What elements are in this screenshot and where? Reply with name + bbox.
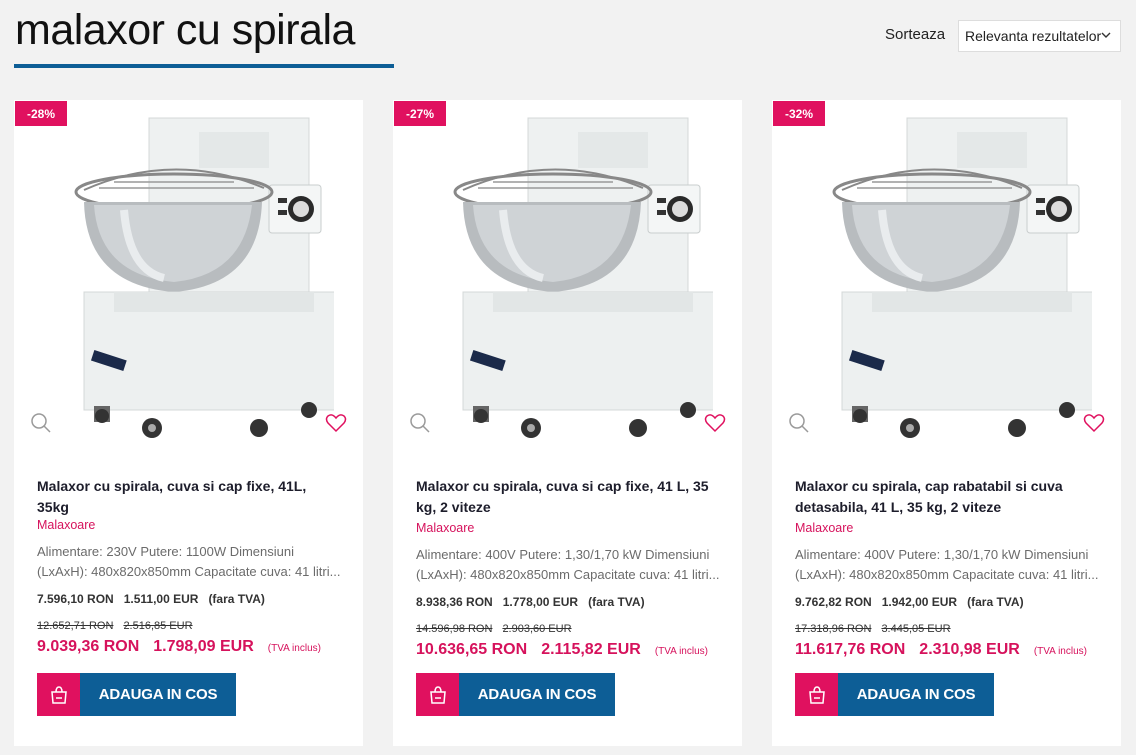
cart-icon-box [37,673,80,716]
sort-label: Sorteaza [885,26,946,43]
price-eur-net: 1.778,00 EUR [502,595,579,609]
old-prices: 12.652,71 RON 2.516,85 EUR [37,620,203,632]
gross-prices: 9.039,36 RON 1.798,09 EUR (TVA inclus) [37,638,321,656]
old-price-ron: 12.652,71 RON [37,620,114,632]
price-ron-net: 9.762,82 RON [795,595,872,609]
product-name[interactable]: Malaxor cu spirala, cap rabatabil si cuv… [795,476,1095,518]
product-description: Alimentare: 400V Putere: 1,30/1,70 kW Di… [795,547,1099,582]
price-eur-gross: 1.798,09 EUR [153,638,254,655]
add-to-cart-button[interactable]: ADAUGA IN COS [416,673,615,716]
heart-icon[interactable] [704,412,726,434]
category-link[interactable]: Malaxoare [416,521,474,535]
zoom-icon[interactable] [788,412,810,434]
price-ron-net: 8.938,36 RON [416,595,493,609]
product-name[interactable]: Malaxor cu spirala, cuva si cap fixe, 41… [416,476,716,518]
price-eur-net: 1.942,00 EUR [881,595,958,609]
net-note: (fara TVA) [588,595,645,609]
sort-select[interactable]: Relevanta rezultatelor [958,20,1121,52]
heart-icon[interactable] [1083,412,1105,434]
cart-icon-box [795,673,838,716]
shopping-bag-icon [808,685,825,704]
add-to-cart-button[interactable]: ADAUGA IN COS [37,673,236,716]
heart-icon[interactable] [325,412,347,434]
sort-select-value: Relevanta rezultatelor [965,28,1102,44]
zoom-icon[interactable] [409,412,431,434]
product-card: -32% Malaxor cu spirala, cap rabatabil s… [772,100,1121,746]
product-card: -27% Malaxor cu spirala, cuva si cap fix… [393,100,742,746]
net-prices: 7.596,10 RON 1.511,00 EUR (fara TVA) [37,592,275,606]
old-price-ron: 14.596,98 RON [416,623,493,635]
gross-prices: 10.636,65 RON 2.115,82 EUR (TVA inclus) [416,641,708,659]
chevron-down-icon [1101,32,1111,38]
product-description: Alimentare: 400V Putere: 1,30/1,70 kW Di… [416,547,720,582]
net-note: (fara TVA) [208,592,265,606]
old-price-eur: 3.445,05 EUR [881,623,951,635]
net-prices: 8.938,36 RON 1.778,00 EUR (fara TVA) [416,595,655,609]
add-to-cart-label: ADAUGA IN COS [80,673,236,716]
price-eur-gross: 2.115,82 EUR [541,641,641,658]
old-price-eur: 2.903,60 EUR [502,623,572,635]
price-ron-gross: 11.617,76 RON [795,641,906,658]
old-prices: 14.596,98 RON 2.903,60 EUR [416,623,582,635]
category-link[interactable]: Malaxoare [795,521,853,535]
product-image[interactable] [812,110,1092,445]
old-price-ron: 17.318,96 RON [795,623,872,635]
price-ron-net: 7.596,10 RON [37,592,114,606]
product-card: -28% Malaxor cu spirala, cuva si cap fix… [14,100,363,746]
cart-icon-box [416,673,459,716]
product-description: Alimentare: 230V Putere: 1100W Dimensiun… [37,544,341,579]
shopping-bag-icon [429,685,446,704]
product-image[interactable] [54,110,334,445]
old-price-eur: 2.516,85 EUR [123,620,193,632]
category-link[interactable]: Malaxoare [37,518,95,532]
old-prices: 17.318,96 RON 3.445,05 EUR [795,623,961,635]
product-image[interactable] [433,110,713,445]
gross-note: (TVA inclus) [654,646,708,657]
add-to-cart-label: ADAUGA IN COS [459,673,615,716]
price-eur-gross: 2.310,98 EUR [919,641,1020,658]
price-ron-gross: 10.636,65 RON [416,641,528,658]
shopping-bag-icon [50,685,67,704]
add-to-cart-button[interactable]: ADAUGA IN COS [795,673,994,716]
zoom-icon[interactable] [30,412,52,434]
gross-note: (TVA inclus) [267,643,321,654]
net-note: (fara TVA) [967,595,1024,609]
add-to-cart-label: ADAUGA IN COS [838,673,994,716]
product-name[interactable]: Malaxor cu spirala, cuva si cap fixe, 41… [37,476,337,518]
page-title: malaxor cu spirala [15,6,355,54]
price-eur-net: 1.511,00 EUR [123,592,199,606]
title-underline [14,64,394,68]
net-prices: 9.762,82 RON 1.942,00 EUR (fara TVA) [795,595,1034,609]
gross-prices: 11.617,76 RON 2.310,98 EUR (TVA inclus) [795,641,1087,659]
gross-note: (TVA inclus) [1033,646,1087,657]
price-ron-gross: 9.039,36 RON [37,638,140,655]
